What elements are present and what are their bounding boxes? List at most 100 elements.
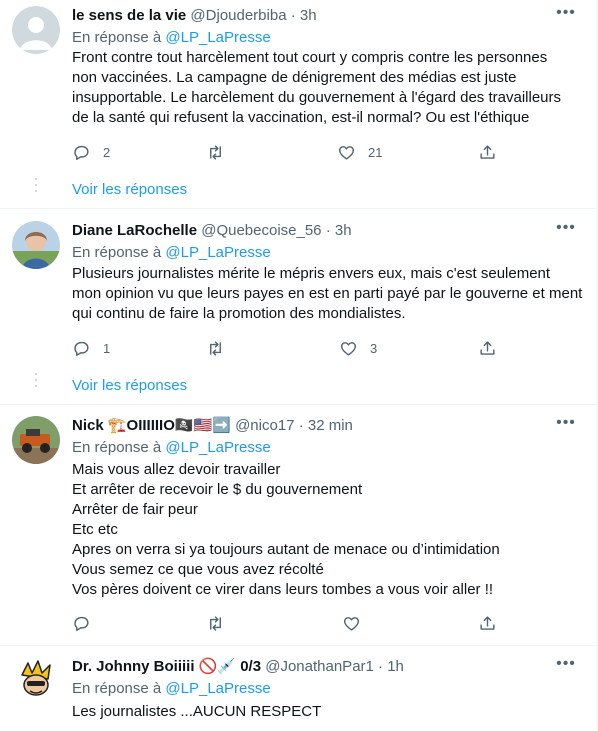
reply-context: En réponse à @LP_LaPresse — [72, 679, 271, 699]
reply-button[interactable]: 1 — [72, 338, 110, 358]
tweet-4[interactable]: Dr. Johnny Boiiiii 🚫💉 0/3 @JonathanPar1 … — [0, 646, 598, 731]
heart-icon — [343, 616, 360, 631]
reply-context: En réponse à @LP_LaPresse — [72, 28, 271, 48]
tweet-text-line: Les journalistes ...AUCUN RESPECT — [72, 703, 322, 720]
reply-prefix: En réponse à — [72, 29, 166, 46]
reply-icon — [74, 616, 89, 631]
reply-handle-link[interactable]: @LP_LaPresse — [165, 439, 270, 456]
more-icon[interactable]: ••• — [556, 415, 576, 436]
avatar-cartoon-icon — [12, 657, 60, 705]
reply-icon — [74, 145, 89, 160]
tweet-time[interactable]: · 32 min — [299, 417, 353, 434]
share-button[interactable] — [478, 338, 497, 358]
retweet-button[interactable] — [206, 613, 237, 633]
share-icon — [480, 340, 495, 355]
reply-icon — [74, 341, 89, 356]
reply-context: En réponse à @LP_LaPresse — [72, 438, 271, 458]
display-name-emoji: 🚫💉 0/3 — [198, 658, 262, 675]
like-button[interactable]: 3 — [339, 338, 377, 358]
reply-prefix: En réponse à — [72, 439, 166, 456]
tweet-header: Diane LaRochelle @Quebecoise_56 · 3h — [72, 221, 558, 241]
more-icon[interactable]: ••• — [556, 220, 576, 241]
tweet-text-line: Vos pères doivent ce virer dans leurs to… — [72, 581, 494, 598]
tweet-text-line: Apres on verra si ya toujours autant de … — [72, 541, 500, 558]
tweet-text-line: Etc etc — [72, 521, 118, 538]
share-button[interactable] — [478, 613, 497, 633]
avatar-johnny[interactable] — [12, 657, 60, 705]
reply-context: En réponse à @LP_LaPresse — [72, 243, 271, 263]
thread-connector — [35, 373, 37, 391]
more-icon[interactable]: ••• — [556, 656, 576, 677]
user-handle[interactable]: @Djouderbiba — [190, 7, 286, 24]
tweet-text-line: Plusieurs journalistes mérite le mépris … — [72, 265, 551, 282]
reply-handle-link[interactable]: @LP_LaPresse — [165, 680, 270, 697]
like-count: 21 — [368, 144, 383, 160]
avatar-truck-icon — [12, 416, 60, 464]
avatar-nick[interactable] — [12, 416, 60, 464]
tweet-2[interactable]: Diane LaRochelle @Quebecoise_56 · 3h •••… — [0, 209, 598, 404]
retweet-icon — [210, 144, 221, 160]
tweet-3[interactable]: Nick 🏗️OIIIIIIO🏴‍☠️🇺🇸➡️ @nico17 · 32 min… — [0, 405, 598, 644]
reply-feed: le sens de la vie @Djouderbiba · 3h ••• … — [0, 0, 598, 731]
tweet-text-line: de la santé qui refusent la vaccination,… — [72, 109, 530, 126]
tweet-header: Dr. Johnny Boiiiii 🚫💉 0/3 @JonathanPar1 … — [72, 657, 558, 677]
reply-handle-link[interactable]: @LP_LaPresse — [165, 29, 270, 46]
tweet-text: Front contre tout harcèlement tout court… — [72, 48, 572, 128]
user-handle[interactable]: @nico17 — [235, 417, 294, 434]
show-replies-link[interactable]: Voir les réponses — [72, 376, 187, 396]
tweet-text-line: Vous semez ce que vous avez récolté — [72, 561, 324, 578]
more-icon[interactable]: ••• — [556, 5, 576, 26]
tweet-text: Les journalistes ...AUCUN RESPECT — [72, 702, 572, 722]
heart-icon — [340, 341, 357, 356]
reply-button[interactable] — [72, 613, 103, 633]
tweet-text-line: Mais vous allez devoir travailler — [72, 461, 281, 478]
tweet-text-line: Et arrêter de recevoir le $ du gouvernem… — [72, 481, 363, 498]
tweet-time[interactable]: · 3h — [291, 7, 317, 24]
avatar-photo-icon — [12, 221, 60, 269]
share-icon — [480, 615, 495, 630]
tweet-time[interactable]: · 3h — [326, 222, 352, 239]
tweet-text-line: insupportable. Le harcèlement du gouvern… — [72, 89, 561, 106]
reply-count: 1 — [103, 340, 111, 356]
tweet-text-line: non vaccinées. La campagne de dénigremen… — [72, 69, 517, 86]
reply-prefix: En réponse à — [72, 680, 166, 697]
display-name[interactable]: Dr. Johnny Boiiiii — [72, 658, 195, 675]
retweet-icon — [210, 340, 221, 356]
tweet-1[interactable]: le sens de la vie @Djouderbiba · 3h ••• … — [0, 0, 598, 208]
tweet-text: Plusieurs journalistes mérite le mépris … — [72, 264, 583, 324]
user-handle[interactable]: @JonathanPar1 — [265, 658, 374, 675]
reply-prefix: En réponse à — [72, 244, 166, 261]
reply-handle-link[interactable]: @LP_LaPresse — [165, 244, 270, 261]
like-button[interactable] — [342, 613, 373, 633]
tweet-text-line: Arrêter de fair peur — [72, 501, 198, 518]
avatar-default[interactable] — [12, 6, 60, 54]
user-handle[interactable]: @Quebecoise_56 — [201, 222, 321, 239]
heart-icon — [338, 145, 355, 160]
like-count: 3 — [370, 340, 378, 356]
retweet-button[interactable] — [206, 338, 237, 358]
like-button[interactable]: 21 — [337, 142, 382, 162]
reply-count: 2 — [103, 144, 111, 160]
display-name-emoji: 🏗️OIIIIIIO🏴‍☠️🇺🇸➡️ — [107, 417, 231, 434]
share-icon — [480, 144, 495, 159]
thread-connector — [35, 178, 37, 196]
retweet-button[interactable] — [206, 142, 237, 162]
default-avatar-icon — [12, 6, 60, 54]
tweet-actions: 2 21 — [72, 142, 512, 162]
share-button[interactable] — [478, 142, 497, 162]
display-name[interactable]: le sens de la vie — [72, 7, 186, 24]
display-name[interactable]: Nick — [72, 417, 104, 434]
retweet-icon — [210, 615, 221, 631]
tweet-text: Mais vous allez devoir travailler Et arr… — [72, 460, 572, 600]
tweet-text-line: Front contre tout harcèlement tout court… — [72, 49, 548, 66]
reply-button[interactable]: 2 — [72, 142, 110, 162]
tweet-time[interactable]: · 1h — [378, 658, 404, 675]
display-name[interactable]: Diane LaRochelle — [72, 222, 197, 239]
tweet-actions — [72, 613, 512, 633]
tweet-header: le sens de la vie @Djouderbiba · 3h — [72, 6, 558, 26]
tweet-header: Nick 🏗️OIIIIIIO🏴‍☠️🇺🇸➡️ @nico17 · 32 min — [72, 416, 558, 436]
tweet-actions: 1 3 — [72, 338, 512, 358]
tweet-text-line: mon opinion vu que leurs payes en est en… — [72, 285, 583, 302]
avatar-diane[interactable] — [12, 221, 60, 269]
show-replies-link[interactable]: Voir les réponses — [72, 180, 187, 200]
